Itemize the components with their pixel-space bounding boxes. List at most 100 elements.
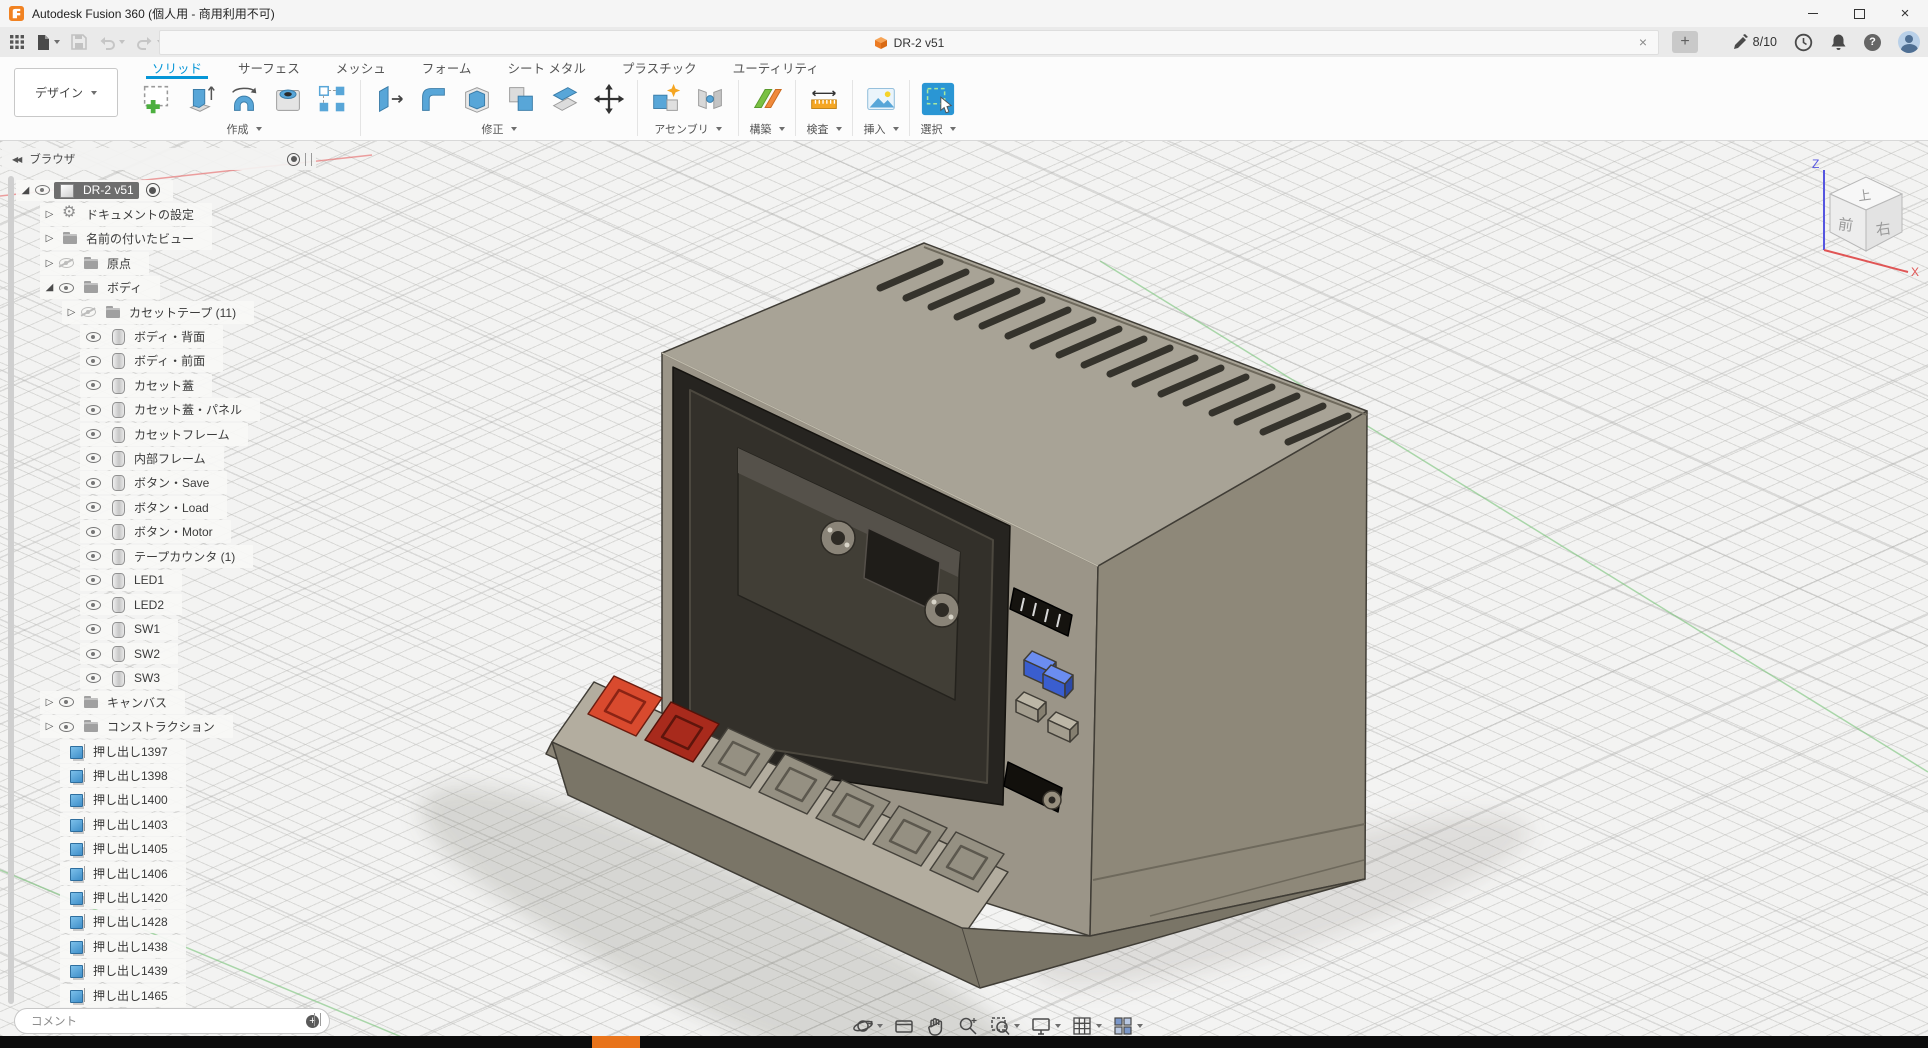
visibility-eye-icon[interactable] — [84, 426, 102, 442]
ribbon-tab[interactable]: メッシュ — [318, 57, 404, 77]
tree-row[interactable]: カセットテープ (11) — [16, 300, 260, 324]
tree-row[interactable]: 押し出し1400 — [16, 788, 260, 812]
close-button[interactable] — [1882, 0, 1928, 27]
tool-offset-face[interactable] — [544, 78, 586, 120]
visibility-eye-icon[interactable] — [84, 548, 102, 564]
expand-arrow-icon[interactable] — [64, 307, 79, 318]
tree-row[interactable]: ドキュメントの設定 — [16, 202, 260, 226]
tree-row[interactable]: 原点 — [16, 251, 260, 275]
expand-arrow-icon[interactable] — [42, 721, 57, 732]
visibility-eye-icon[interactable] — [84, 670, 102, 686]
workspace-selector[interactable]: デザイン — [14, 68, 118, 117]
tree-row[interactable]: ボディ・前面 — [16, 349, 260, 373]
app-grid-icon[interactable] — [6, 32, 28, 52]
browser-scrollbar[interactable] — [8, 176, 14, 1004]
tool-revolve[interactable] — [223, 78, 265, 120]
ribbon-tab[interactable]: フォーム — [404, 57, 490, 77]
group-label-modify[interactable]: 修正 — [482, 121, 517, 137]
visibility-eye-icon[interactable] — [84, 646, 102, 662]
expand-arrow-icon[interactable] — [42, 233, 57, 244]
tree-row[interactable]: LED2 — [16, 593, 260, 617]
comment-input[interactable]: コメント — [14, 1008, 330, 1034]
tool-construct-plane[interactable] — [746, 78, 788, 120]
visibility-eye-icon[interactable] — [57, 280, 75, 296]
tool-new-component[interactable] — [645, 78, 687, 120]
close-tab-icon[interactable] — [1634, 33, 1652, 51]
visibility-eye-icon[interactable] — [33, 182, 51, 198]
tree-row[interactable]: ボタン・Load — [16, 495, 260, 519]
taskbar-app-indicator[interactable] — [592, 1036, 640, 1048]
group-label-construct[interactable]: 構築 — [750, 121, 785, 137]
visibility-eye-icon[interactable] — [84, 621, 102, 637]
notifications-bell-icon[interactable] — [1830, 33, 1847, 51]
visibility-eye-icon[interactable] — [79, 304, 97, 320]
expand-arrow-icon[interactable] — [18, 185, 33, 196]
tool-press-pull[interactable] — [368, 78, 410, 120]
tool-joint[interactable] — [689, 78, 731, 120]
activate-radio-icon[interactable] — [146, 183, 160, 197]
clock-icon[interactable] — [1794, 33, 1813, 52]
ribbon-tab[interactable]: サーフェス — [220, 57, 318, 77]
help-icon[interactable] — [1864, 34, 1881, 51]
tree-row[interactable]: カセット蓋・パネル — [16, 398, 260, 422]
visibility-eye-icon[interactable] — [84, 402, 102, 418]
tool-create-sketch[interactable] — [135, 78, 177, 120]
panel-dot-icon[interactable] — [287, 153, 300, 166]
collapse-panel-icon[interactable] — [12, 155, 20, 164]
visibility-eye-icon[interactable] — [84, 450, 102, 466]
group-label-select[interactable]: 選択 — [921, 121, 956, 137]
group-label-inspect[interactable]: 検査 — [807, 121, 842, 137]
expand-arrow-icon[interactable] — [42, 209, 57, 220]
tree-row[interactable]: 押し出し1465 — [16, 983, 260, 1007]
visibility-eye-icon[interactable] — [57, 719, 75, 735]
tool-shell[interactable] — [456, 78, 498, 120]
visibility-eye-icon[interactable] — [84, 377, 102, 393]
tree-row[interactable]: カセット蓋 — [16, 373, 260, 397]
ribbon-tab[interactable]: シート メタル — [489, 57, 603, 77]
ribbon-tab[interactable]: ソリッド — [134, 57, 220, 77]
expand-arrow-icon[interactable] — [42, 258, 57, 269]
tree-row[interactable]: コンストラクション — [16, 715, 260, 739]
group-label-insert[interactable]: 挿入 — [864, 121, 899, 137]
tree-row[interactable]: ボディ — [16, 276, 260, 300]
tree-row[interactable]: SW3 — [16, 666, 260, 690]
tool-insert-image[interactable] — [860, 78, 902, 120]
visibility-eye-icon[interactable] — [84, 475, 102, 491]
expand-arrow-icon[interactable] — [42, 697, 57, 708]
visibility-eye-icon[interactable] — [84, 572, 102, 588]
tree-row[interactable]: テープカウンタ (1) — [16, 544, 260, 568]
file-menu-icon[interactable] — [33, 32, 63, 53]
group-label-create[interactable]: 作成 — [227, 121, 262, 137]
tool-hole[interactable] — [267, 78, 309, 120]
ribbon-tab[interactable]: プラスチック — [604, 57, 715, 77]
tool-pattern[interactable] — [311, 78, 353, 120]
tree-row[interactable]: ボディ・背面 — [16, 324, 260, 348]
visibility-eye-icon[interactable] — [84, 353, 102, 369]
tree-row[interactable]: LED1 — [16, 568, 260, 592]
tree-row[interactable]: 押し出し1403 — [16, 812, 260, 836]
tree-row[interactable]: SW2 — [16, 641, 260, 665]
tree-row[interactable]: 押し出し1406 — [16, 861, 260, 885]
new-tab-button[interactable] — [1672, 31, 1698, 53]
tool-extrude[interactable] — [179, 78, 221, 120]
tree-row[interactable]: SW1 — [16, 617, 260, 641]
tree-row[interactable]: ボタン・Motor — [16, 519, 260, 543]
group-label-assemble[interactable]: アセンブリ — [654, 121, 721, 137]
browser-header[interactable]: ブラウザ — [2, 148, 316, 170]
tool-combine[interactable] — [500, 78, 542, 120]
tree-row[interactable]: ボタン・Save — [16, 471, 260, 495]
visibility-eye-icon[interactable] — [57, 255, 75, 271]
tree-row[interactable]: 押し出し1428 — [16, 910, 260, 934]
visibility-eye-icon[interactable] — [57, 694, 75, 710]
tool-move[interactable] — [588, 78, 630, 120]
visibility-eye-icon[interactable] — [84, 524, 102, 540]
panel-grip-icon[interactable] — [305, 153, 312, 166]
tool-fillet[interactable] — [412, 78, 454, 120]
tree-row[interactable]: キャンバス — [16, 690, 260, 714]
tree-row[interactable]: 名前の付いたビュー — [16, 227, 260, 251]
tree-row[interactable]: 押し出し1439 — [16, 959, 260, 983]
tree-row[interactable]: 押し出し1420 — [16, 885, 260, 909]
tree-row[interactable]: 押し出し1405 — [16, 837, 260, 861]
minimize-button[interactable] — [1790, 0, 1836, 27]
visibility-eye-icon[interactable] — [84, 597, 102, 613]
